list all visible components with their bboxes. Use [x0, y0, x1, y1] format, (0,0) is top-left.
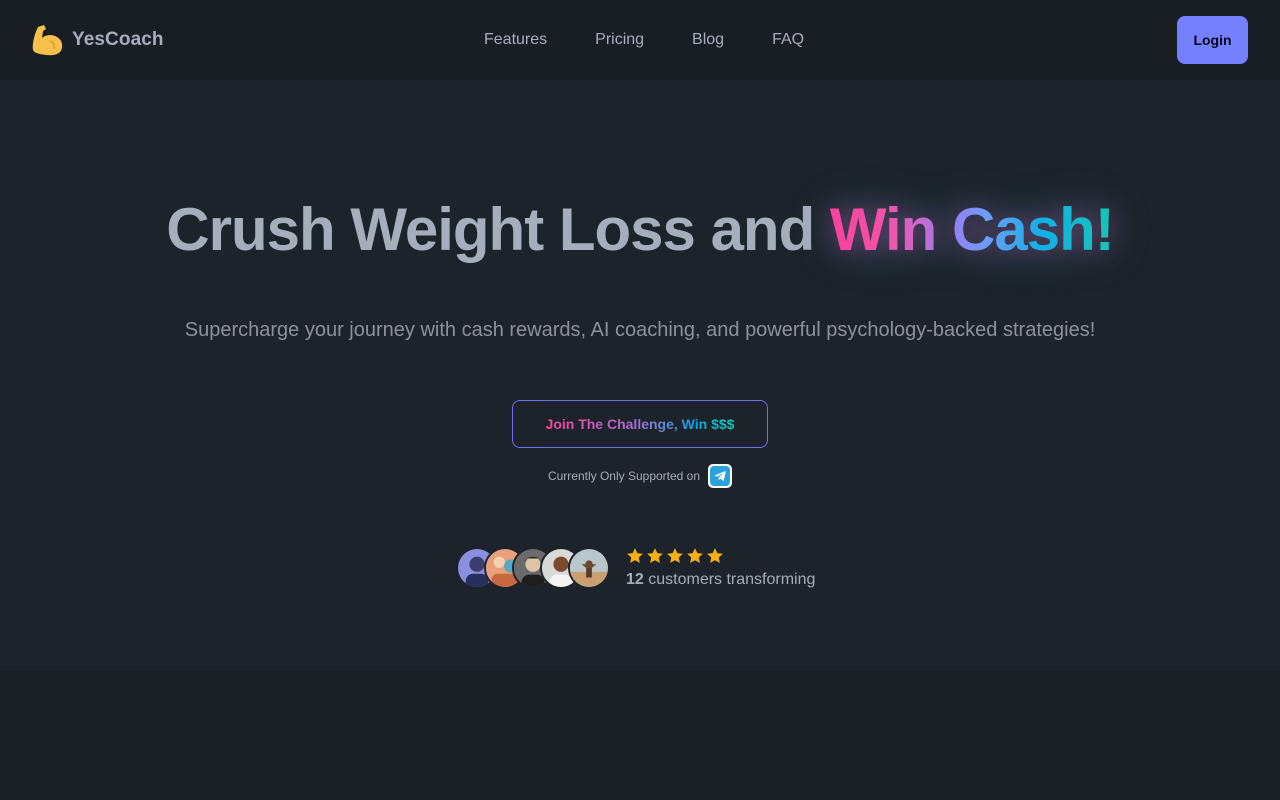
- navbar: YesCoach Features Pricing Blog FAQ Login: [0, 0, 1280, 80]
- join-challenge-label: Join The Challenge, Win $$$: [545, 416, 735, 432]
- footer-shade: [0, 670, 1280, 800]
- platform-support: Currently Only Supported on: [0, 463, 1280, 489]
- telegram-glyph: [710, 466, 731, 486]
- star-icon: [687, 548, 703, 563]
- star-icon: [627, 548, 643, 563]
- customer-avatar: [568, 547, 610, 589]
- join-challenge-button[interactable]: Join The Challenge, Win $$$: [512, 400, 768, 448]
- customer-count-text: 12 customers transforming: [626, 571, 815, 589]
- hero-title-plain: Crush Weight Loss and: [166, 196, 830, 263]
- star-icon: [647, 548, 663, 563]
- hero-title: Crush Weight Loss and Win Cash!: [0, 192, 1280, 268]
- brand-name: YesCoach: [72, 29, 164, 50]
- customer-avatars: [456, 547, 610, 589]
- main-nav: Features Pricing Blog FAQ: [460, 22, 828, 58]
- hero-title-highlight: Win Cash!: [829, 196, 1115, 263]
- login-button[interactable]: Login: [1177, 16, 1248, 64]
- telegram-icon[interactable]: [708, 464, 733, 488]
- star-icon: [667, 548, 683, 563]
- brand-logo[interactable]: YesCoach: [32, 22, 164, 58]
- flexed-biceps-icon: [32, 25, 63, 56]
- customer-count: 12: [626, 571, 644, 588]
- support-text: Currently Only Supported on: [547, 469, 701, 483]
- nav-link-blog[interactable]: Blog: [676, 23, 740, 57]
- star-rating: [626, 547, 815, 567]
- star-icon: [707, 548, 723, 563]
- hero-subtitle: Supercharge your journey with cash rewar…: [184, 319, 1096, 341]
- nav-link-pricing[interactable]: Pricing: [579, 23, 660, 57]
- nav-link-features[interactable]: Features: [468, 23, 563, 57]
- customer-suffix: customers transforming: [643, 571, 816, 588]
- rating-summary: 12 customers transforming: [626, 547, 815, 589]
- social-proof: 12 customers transforming: [456, 546, 815, 590]
- nav-link-faq[interactable]: FAQ: [756, 23, 820, 57]
